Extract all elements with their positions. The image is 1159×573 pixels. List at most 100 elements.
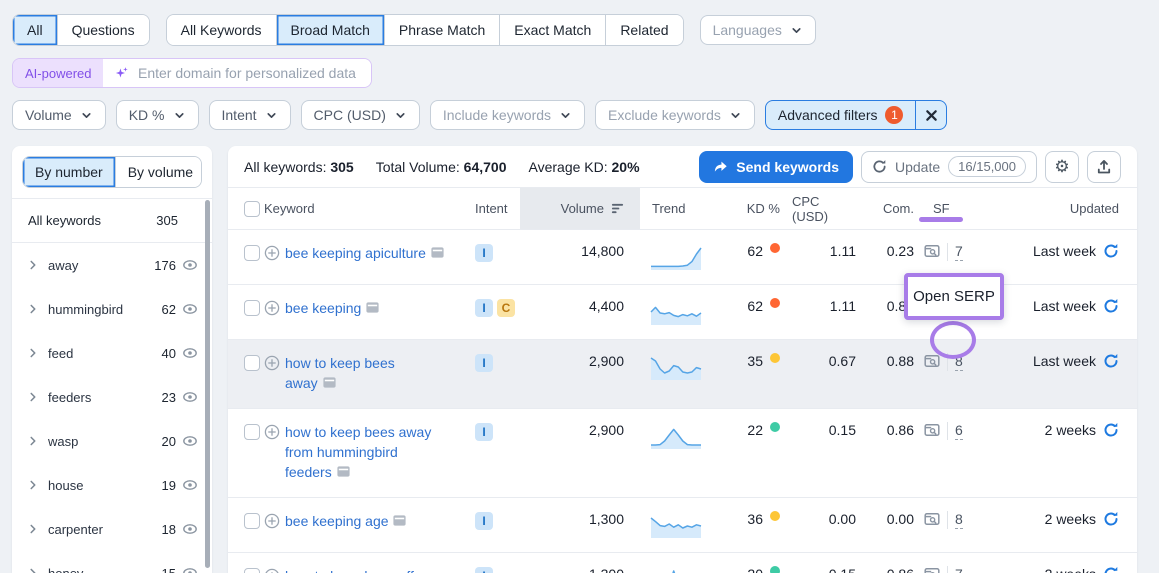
domain-input[interactable] <box>138 65 359 81</box>
add-keyword-icon[interactable] <box>264 422 280 445</box>
serp-preview-icon[interactable] <box>336 464 351 484</box>
eye-icon[interactable] <box>182 257 198 273</box>
tab-all[interactable]: All <box>13 15 58 45</box>
col-header-updated[interactable]: Updated <box>984 188 1119 229</box>
serp-preview-icon[interactable] <box>365 300 380 320</box>
eye-icon[interactable] <box>182 477 198 493</box>
refresh-keyword-icon[interactable] <box>1103 511 1119 527</box>
export-button[interactable] <box>1087 151 1121 183</box>
keyword-link[interactable]: bee keeping <box>285 298 380 320</box>
cell-sf: 7 <box>924 243 984 261</box>
sidebar-item-hummingbird[interactable]: hummingbird62 <box>12 287 212 331</box>
sidebar-tab-by-number[interactable]: By number <box>23 157 116 187</box>
cell-trend <box>640 422 728 450</box>
keyword-link[interactable]: bee keeping age <box>285 511 407 533</box>
keyword-link[interactable]: bee keeping apiculture <box>285 243 445 265</box>
col-header-trend[interactable]: Trend <box>640 188 728 229</box>
stat-total-volume: Total Volume: 64,700 <box>376 159 507 175</box>
cell-cpc: 0.67 <box>792 353 882 369</box>
update-metrics-button[interactable]: Update 16/15,000 <box>861 151 1037 183</box>
send-keywords-button[interactable]: Send keywords <box>699 151 853 183</box>
serp-preview-icon[interactable] <box>322 375 337 395</box>
settings-button[interactable]: ⚙ <box>1045 151 1079 183</box>
sidebar-item-away[interactable]: away176 <box>12 243 212 287</box>
add-keyword-icon[interactable] <box>264 243 280 266</box>
serp-preview-icon[interactable] <box>430 245 445 265</box>
filter-dropdown-kd-[interactable]: KD % <box>116 100 199 130</box>
cell-sf: 6 <box>924 422 984 440</box>
languages-dropdown[interactable]: Languages <box>700 15 816 45</box>
filter-dropdown-exclude-keywords[interactable]: Exclude keywords <box>595 100 755 130</box>
col-header-volume[interactable]: Volume <box>520 188 640 229</box>
refresh-keyword-icon[interactable] <box>1103 243 1119 259</box>
filter-dropdown-intent[interactable]: Intent <box>209 100 291 130</box>
tab-questions[interactable]: Questions <box>58 15 149 45</box>
kd-value: 22 <box>747 422 763 438</box>
add-keyword-icon[interactable] <box>264 566 280 573</box>
tab-phrase-match[interactable]: Phrase Match <box>385 15 500 45</box>
filter-dropdown-include-keywords[interactable]: Include keywords <box>430 100 585 130</box>
col-header-cpc[interactable]: CPC (USD) <box>792 188 882 229</box>
keyword-link[interactable]: how to keep beesaway <box>285 353 395 395</box>
filter-dropdown-volume[interactable]: Volume <box>12 100 106 130</box>
sidebar-item-carpenter[interactable]: carpenter18 <box>12 507 212 551</box>
refresh-keyword-icon[interactable] <box>1103 298 1119 314</box>
cell-intent: I <box>468 243 520 262</box>
keyword-link[interactable]: how to keep bees awayfrom hummingbirdfee… <box>285 422 431 484</box>
sidebar-item-wasp[interactable]: wasp20 <box>12 419 212 463</box>
eye-icon[interactable] <box>182 301 198 317</box>
select-all-checkbox[interactable] <box>244 201 260 217</box>
col-header-kd[interactable]: KD % <box>728 188 792 229</box>
open-serp-icon[interactable] <box>924 511 940 527</box>
open-serp-icon[interactable] <box>924 422 940 438</box>
row-checkbox[interactable] <box>244 568 260 573</box>
row-checkbox[interactable] <box>244 300 260 316</box>
tab-exact-match[interactable]: Exact Match <box>500 15 606 45</box>
tab-all-keywords[interactable]: All Keywords <box>167 15 277 45</box>
sidebar-tab-by-volume[interactable]: By volume <box>116 157 202 187</box>
sidebar-item-house[interactable]: house19 <box>12 463 212 507</box>
refresh-keyword-icon[interactable] <box>1103 422 1119 438</box>
add-keyword-icon[interactable] <box>264 298 280 321</box>
refresh-keyword-icon[interactable] <box>1103 566 1119 573</box>
sf-count-link[interactable]: 7 <box>955 566 963 573</box>
col-header-intent[interactable]: Intent <box>468 188 520 229</box>
eye-icon[interactable] <box>182 565 198 573</box>
eye-icon[interactable] <box>182 345 198 361</box>
sidebar-item-honey[interactable]: honey15 <box>12 551 212 573</box>
open-serp-icon[interactable] <box>924 353 940 369</box>
open-serp-icon[interactable] <box>924 566 940 573</box>
sidebar-item-feed[interactable]: feed40 <box>12 331 212 375</box>
refresh-keyword-icon[interactable] <box>1103 353 1119 369</box>
sf-count-link[interactable]: 7 <box>955 243 963 261</box>
tab-broad-match[interactable]: Broad Match <box>277 15 385 45</box>
sidebar-item-feeders[interactable]: feeders23 <box>12 375 212 419</box>
col-header-sf[interactable]: SF <box>924 188 984 229</box>
clear-advanced-filters-button[interactable] <box>916 101 946 129</box>
sf-count-link[interactable]: 8 <box>955 353 963 371</box>
sidebar-all-keywords-row[interactable]: All keywords 305 <box>12 199 212 243</box>
sf-count-link[interactable]: 8 <box>955 511 963 529</box>
sf-count-link[interactable]: 6 <box>955 422 963 440</box>
keyword-link[interactable]: how to keep bees offhummingbird feeder <box>285 566 428 573</box>
keyword-line: bee keeping <box>285 298 380 320</box>
chevron-down-icon <box>394 109 407 122</box>
row-checkbox[interactable] <box>244 355 260 371</box>
add-keyword-icon[interactable] <box>264 511 280 534</box>
eye-icon[interactable] <box>182 389 198 405</box>
row-checkbox[interactable] <box>244 424 260 440</box>
col-header-keyword[interactable]: Keyword <box>264 188 468 229</box>
filter-dropdown-cpc-usd-[interactable]: CPC (USD) <box>301 100 420 130</box>
add-keyword-icon[interactable] <box>264 353 280 376</box>
eye-icon[interactable] <box>182 433 198 449</box>
serp-preview-icon[interactable] <box>392 513 407 533</box>
row-checkbox[interactable] <box>244 245 260 261</box>
col-header-com[interactable]: Com. <box>882 188 924 229</box>
tab-related[interactable]: Related <box>606 15 682 45</box>
trend-sparkline <box>650 568 702 573</box>
eye-icon[interactable] <box>182 521 198 537</box>
row-checkbox[interactable] <box>244 513 260 529</box>
advanced-filters-button[interactable]: Advanced filters 1 <box>766 101 917 129</box>
open-serp-icon[interactable] <box>924 243 940 259</box>
sidebar-scrollbar[interactable] <box>205 200 210 568</box>
